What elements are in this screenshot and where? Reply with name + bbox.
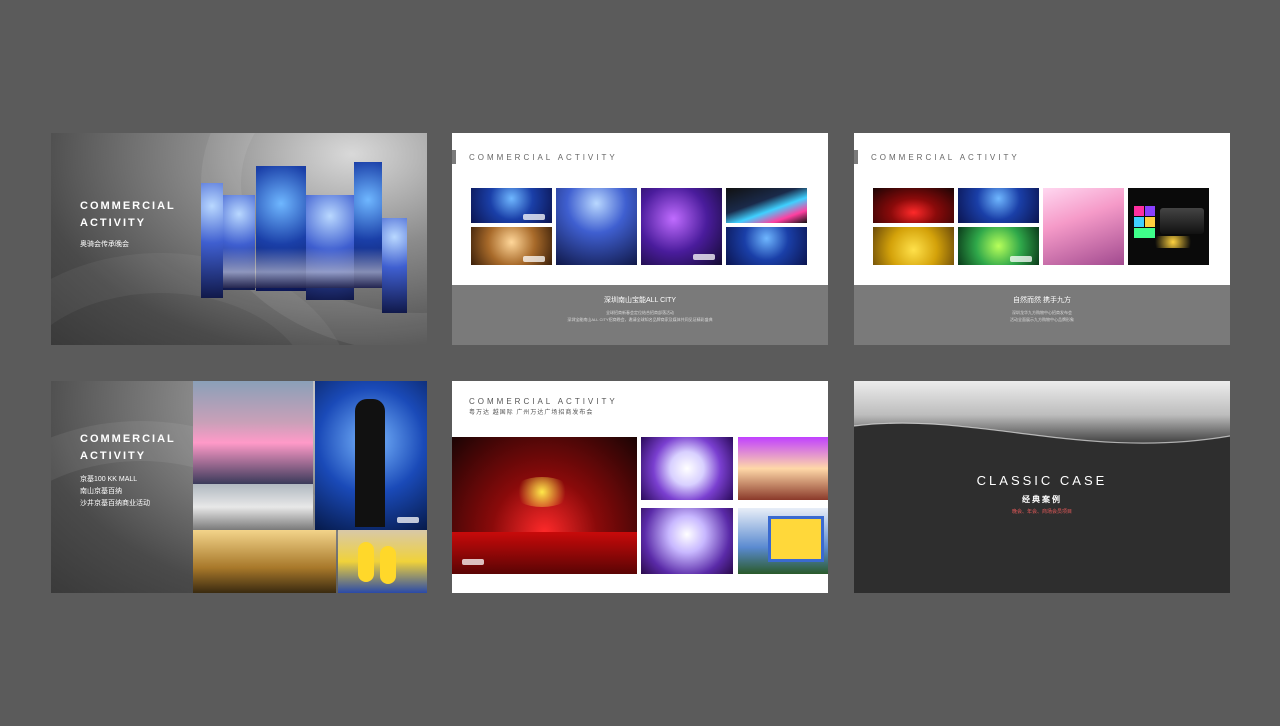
cover-title-line1: COMMERCIAL [80, 200, 176, 212]
cover-title: COMMERCIAL ACTIVITY [80, 431, 176, 465]
event-photo [1043, 188, 1124, 265]
event-photo [471, 188, 552, 223]
event-photo [873, 227, 954, 265]
slide-caption: 自然而然 携手九方 [1013, 297, 1071, 304]
event-photo [556, 188, 637, 265]
tag-marker [854, 150, 858, 164]
slide-body-line2: 活动全面展示九方购物中心品牌形象 [1010, 317, 1074, 322]
slide-body-line1: 全球招商新春会定位结合招商部落活动 [606, 310, 674, 315]
slide-classic-case-cover[interactable]: CLASSIC CASE 经典案例 晚会、年会、商场会员项目 [854, 381, 1230, 593]
slide-body-line2: 深圳宝能南山ALL CITY招商晚会，邀请全球知名品牌商家及媒体共同见证精彩盛典 [567, 317, 713, 322]
slide-jiufang[interactable]: COMMERCIAL ACTIVITY 自然而然 携手九方 深圳龙华九方购物中心… [854, 133, 1230, 345]
event-photo [471, 227, 552, 265]
cover-title: COMMERCIAL ACTIVITY [80, 198, 176, 232]
slide-body-line1: 深圳龙华九方购物中心招商发布会 [1012, 310, 1072, 315]
tag-marker [452, 150, 456, 164]
slide-subtitle: 粤万达 越国际 广州万达广场招商发布会 [469, 410, 594, 416]
brand-logo [462, 559, 484, 565]
project-list: 京基100 KK MALL 南山京基百纳 沙井京基百纳商业活动 [80, 474, 150, 510]
brand-logo [1010, 256, 1032, 262]
event-photo [738, 437, 828, 500]
jiufang-logo-photo [1128, 188, 1209, 265]
classic-case-subtitle: 经典案例 [1022, 495, 1062, 504]
classic-case-title: CLASSIC CASE [976, 473, 1108, 488]
event-photo [738, 508, 828, 574]
classic-case-detail: 晚会、年会、商场会员项目 [1011, 509, 1072, 515]
project-item: 沙井京基百纳商业活动 [80, 500, 150, 507]
wanda-stage-photo [452, 437, 637, 574]
event-photo [873, 188, 954, 223]
cover-title-line2: ACTIVITY [80, 450, 147, 462]
event-photo [958, 227, 1039, 265]
cover-title-line2: ACTIVITY [80, 217, 147, 229]
stage-photo-strip [201, 183, 223, 298]
event-photo [641, 508, 733, 574]
brand-logo [693, 254, 715, 260]
singer-photo [315, 381, 427, 530]
slide-commercial-activity-cover-1[interactable]: COMMERCIAL ACTIVITY 奥骑会传承晚会 [51, 133, 427, 345]
slide-caption: 深圳南山宝能ALL CITY [603, 297, 677, 304]
project-item: 京基100 KK MALL [80, 476, 138, 483]
mall-parade-photo [193, 381, 313, 484]
project-item: 南山京基百纳 [80, 488, 122, 495]
event-photo [958, 188, 1039, 223]
cover-subtitle: 奥骑会传承晚会 [80, 241, 129, 248]
performers-row [223, 248, 382, 288]
brand-logo [523, 256, 545, 262]
event-photo [726, 188, 807, 223]
section-tag: COMMERCIAL ACTIVITY [469, 153, 618, 162]
section-tag: COMMERCIAL ACTIVITY [871, 153, 1020, 162]
brand-logo [523, 214, 545, 220]
section-tag: COMMERCIAL ACTIVITY [469, 397, 618, 406]
slide-shenzhen-all-city[interactable]: COMMERCIAL ACTIVITY 深圳南山宝能ALL CITY 全球招商新… [452, 133, 828, 345]
slide-commercial-activity-kkmall[interactable]: COMMERCIAL ACTIVITY 京基100 KK MALL 南山京基百纳… [51, 381, 427, 593]
minions-photo [338, 530, 427, 593]
event-photo [726, 227, 807, 265]
stage-photo-strip [382, 218, 407, 313]
event-photo [641, 188, 722, 265]
cover-title-line1: COMMERCIAL [80, 433, 176, 445]
ribbon-cutting-photo [193, 530, 336, 593]
brand-logo [397, 517, 419, 523]
event-photo [641, 437, 733, 500]
press-event-photo [193, 484, 313, 530]
slide-guangzhou-wanda[interactable]: COMMERCIAL ACTIVITY 粤万达 越国际 广州万达广场招商发布会 [452, 381, 828, 593]
